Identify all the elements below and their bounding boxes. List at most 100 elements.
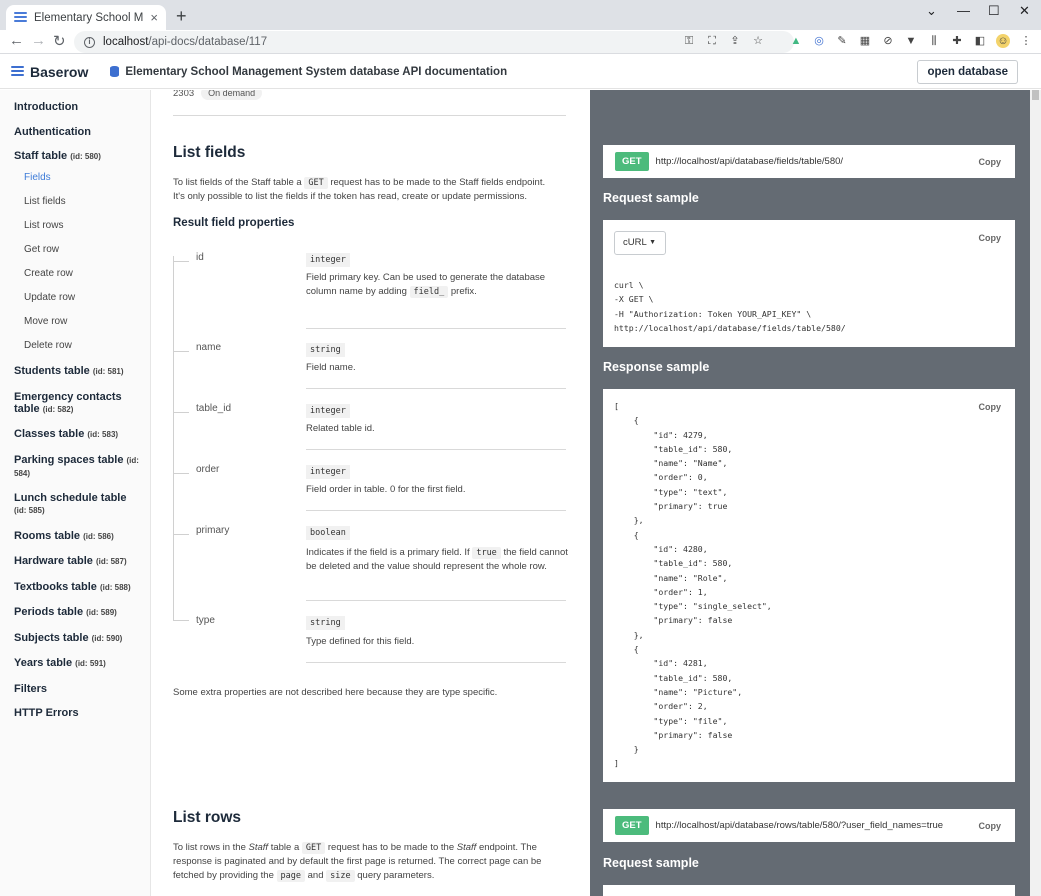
field-desc-id: Field primary key. Can be used to genera…	[306, 272, 546, 298]
field-name-name: name	[196, 342, 222, 353]
browser-tab[interactable]: Elementary School Management ×	[6, 5, 166, 30]
sidebar-item-http-errors[interactable]: HTTP Errors	[14, 707, 139, 719]
close-window-button[interactable]: ✕	[1019, 3, 1030, 19]
browser-menu-icon[interactable]: ⋮	[1019, 34, 1033, 48]
tree-tick	[173, 473, 189, 474]
baserow-logo-icon	[11, 66, 24, 77]
db-title: Elementary School Management System data…	[110, 66, 507, 78]
sidebar-item-filters[interactable]: Filters	[14, 683, 139, 695]
sidebar-item-hardware-table[interactable]: Hardware table (id: 587)	[14, 555, 139, 568]
extension-pen-icon[interactable]: ✎	[835, 34, 849, 48]
sidebar-item-lunch-schedule-table[interactable]: Lunch schedule table (id: 585)	[14, 492, 139, 517]
sidebar-sub-delete-row[interactable]: Delete row	[24, 340, 150, 352]
sidebar-item-classes-table[interactable]: Classes table (id: 583)	[14, 428, 139, 441]
field-type-order: integer	[306, 465, 350, 479]
translate-icon[interactable]: ⛶	[705, 34, 719, 48]
tree-tick	[173, 261, 189, 262]
forward-icon[interactable]: →	[31, 32, 46, 49]
copy-request-button[interactable]: Copy	[979, 233, 1002, 243]
side-panel-icon[interactable]: ◧	[973, 34, 987, 48]
tree-tick	[173, 620, 189, 621]
extension-icons: ⚿ ⛶ ⇪ ☆ ▲ ◎ ✎ ▦ ⊘ ▼ ⫼ ✚ ◧ ☺ ⋮	[682, 34, 1033, 48]
sidebar-item-rooms-table[interactable]: Rooms table (id: 586)	[14, 530, 139, 543]
back-icon[interactable]: ←	[9, 32, 24, 49]
sidebar-item-staff-table[interactable]: Staff table (id: 580)	[14, 150, 139, 163]
database-icon	[110, 66, 120, 77]
list-rows-description: To list rows in the Staff table a GET re…	[173, 842, 542, 882]
brand[interactable]: Baserow	[11, 64, 88, 80]
browser-toolbar: ← → ↻ i localhost/api-docs/database/117 …	[0, 30, 1041, 54]
copy-fields-url-button[interactable]: Copy	[979, 157, 1002, 167]
minimize-button[interactable]: —	[957, 3, 970, 18]
field-desc-order: Field order in table. 0 for the first fi…	[306, 484, 466, 495]
scrollbar-thumb[interactable]	[1032, 90, 1039, 100]
key-icon[interactable]: ⚿	[682, 34, 696, 48]
sidebar-item-parking-spaces-table[interactable]: Parking spaces table (id: 584)	[14, 454, 139, 480]
field-type-primary: boolean	[306, 526, 350, 540]
sidebar-item-subjects-table[interactable]: Subjects table (id: 590)	[14, 632, 139, 645]
extensions-puzzle-icon[interactable]: ✚	[950, 34, 964, 48]
request-sample-box: cURL ▼ Copy curl \ -X GET \ -H "Authoriza…	[603, 220, 1015, 347]
extra-properties-note: Some extra properties are not described …	[173, 687, 498, 698]
sidebar-item-authentication[interactable]: Authentication	[14, 126, 139, 138]
code-panel: GET http://localhost/api/database/fields…	[590, 90, 1030, 896]
bookmark-star-icon[interactable]: ☆	[751, 34, 765, 48]
field-type-table-id: integer	[306, 404, 350, 418]
sidebar-sub-list-rows[interactable]: List rows	[24, 220, 150, 232]
request-sample-code: curl \ -X GET \ -H "Authorization: Token…	[614, 280, 846, 333]
share-icon[interactable]: ⇪	[728, 34, 742, 48]
sidebar-sub-update-row[interactable]: Update row	[24, 292, 150, 304]
field-separator	[306, 328, 566, 329]
extension-qr-icon[interactable]: ▦	[858, 34, 872, 48]
page-scrollbar[interactable]	[1030, 90, 1041, 896]
get-method-badge: GET	[615, 152, 649, 171]
profile-avatar-icon[interactable]: ☺	[996, 34, 1010, 48]
request-sample-heading-2: Request sample	[603, 856, 699, 870]
url-path: /api-docs/database/117	[148, 36, 268, 48]
browser-titlebar: Elementary School Management × + ⌄ — ☐ ✕	[0, 0, 1041, 30]
chevron-down-icon: ▼	[649, 239, 656, 246]
tab-title: Elementary School Management	[34, 11, 144, 24]
extension-bars-icon[interactable]: ⫼	[927, 34, 941, 48]
copy-response-button[interactable]: Copy	[979, 402, 1002, 412]
field-separator	[306, 510, 566, 511]
sidebar-item-years-table[interactable]: Years table (id: 591)	[14, 657, 139, 670]
sidebar-sub-move-row[interactable]: Move row	[24, 316, 150, 328]
sidebar-sub-list-fields[interactable]: List fields	[24, 196, 150, 208]
copy-rows-url-button[interactable]: Copy	[979, 821, 1002, 831]
url-host: localhost	[103, 36, 149, 48]
sidebar-item-periods-table[interactable]: Periods table (id: 589)	[14, 606, 139, 619]
extension-filter-icon[interactable]: ▼	[904, 34, 918, 48]
sidebar-item-emergency-contacts-table[interactable]: Emergency contacts table (id: 582)	[14, 391, 139, 416]
open-database-button[interactable]: open database	[917, 60, 1018, 84]
field-name-type: type	[196, 615, 215, 626]
language-select[interactable]: cURL ▼	[614, 231, 666, 255]
field-type-name: string	[306, 343, 345, 357]
tab-close-icon[interactable]: ×	[150, 10, 158, 25]
reload-icon[interactable]: ↻	[53, 32, 66, 50]
field-separator	[306, 449, 566, 450]
sidebar-sub-fields[interactable]: Fields	[24, 172, 150, 184]
field-type-type: string	[306, 616, 345, 630]
maximize-button[interactable]: ☐	[988, 3, 1000, 19]
response-sample-box: Copy [ { "id": 4279, "table_id": 580, "n…	[603, 389, 1015, 782]
field-type-id: integer	[306, 253, 350, 267]
fields-endpoint-bar: GET http://localhost/api/database/fields…	[603, 145, 1015, 178]
sidebar-sub-get-row[interactable]: Get row	[24, 244, 150, 256]
field-properties-list: id integer Field primary key. Can be use…	[173, 90, 588, 896]
sidebar-item-introduction[interactable]: Introduction	[14, 101, 139, 113]
docs-content: 2303 On demand List fields To list field…	[152, 90, 589, 896]
field-separator	[306, 388, 566, 389]
tree-tick	[173, 412, 189, 413]
field-name-order: order	[196, 464, 220, 475]
sidebar-item-students-table[interactable]: Students table (id: 581)	[14, 365, 139, 378]
tab-search-icon[interactable]: ⌄	[926, 3, 937, 19]
new-tab-button[interactable]: +	[176, 6, 187, 27]
extension-vue-icon[interactable]: ▲	[789, 34, 803, 48]
sidebar-item-textbooks-table[interactable]: Textbooks table (id: 588)	[14, 581, 139, 594]
site-info-icon[interactable]: i	[84, 36, 95, 48]
extension-block-icon[interactable]: ⊘	[881, 34, 895, 48]
extension-circle-icon[interactable]: ◎	[812, 34, 826, 48]
sidebar-sub-create-row[interactable]: Create row	[24, 268, 150, 280]
brand-name: Baserow	[30, 63, 89, 80]
